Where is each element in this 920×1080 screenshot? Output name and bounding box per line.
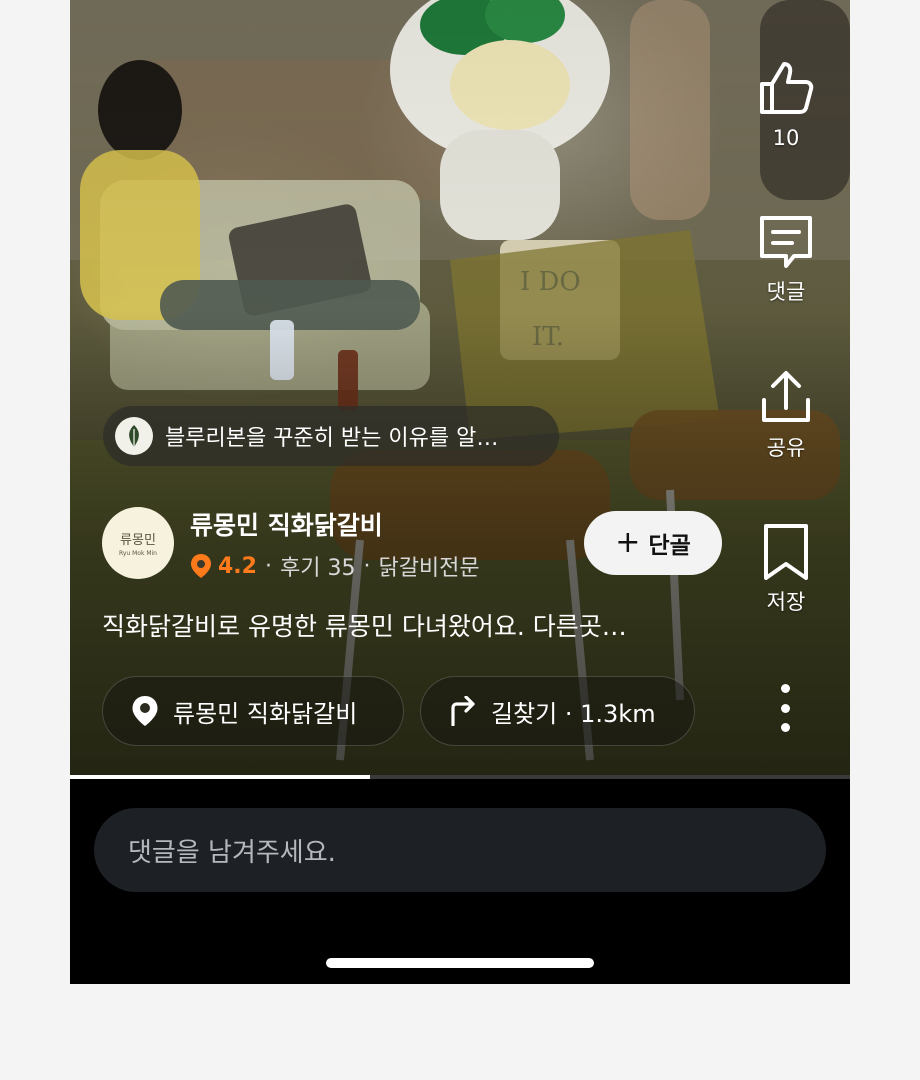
comment-icon <box>760 216 812 268</box>
video-media[interactable]: I DO IT. <box>70 0 850 776</box>
directions-chip[interactable]: 길찾기 · 1.3km <box>420 676 695 746</box>
location-pin-icon <box>191 554 211 578</box>
video-shade-overlay <box>70 0 850 776</box>
comment-placeholder: 댓글을 남겨주세요. <box>128 837 336 868</box>
location-chip[interactable]: 류몽민 직화닭갈비 <box>102 676 404 746</box>
store-logo[interactable]: 류몽민 Ryu Mok Min <box>102 507 174 579</box>
like-button[interactable]: 10 <box>736 58 836 150</box>
comment-label: 댓글 <box>766 280 806 304</box>
store-category: 닭갈비전문 <box>378 556 480 581</box>
like-count: 10 <box>772 126 800 150</box>
store-name[interactable]: 류몽민 직화닭갈비 <box>190 506 383 542</box>
leaf-icon <box>129 425 139 447</box>
thumbs-up-icon <box>760 62 814 114</box>
store-review-count: 후기 35 <box>279 556 356 581</box>
follow-regular-button[interactable]: + 단골 <box>584 511 722 575</box>
store-logo-subtext: Ryu Mok Min <box>119 550 157 557</box>
phone-screen: I DO IT. 10 댓 <box>70 0 850 984</box>
turn-right-arrow-icon <box>451 696 475 726</box>
directions-chip-label: 길찾기 · 1.3km <box>491 699 656 728</box>
related-post-text: 블루리본을 꾸준히 받는 이유를 알… <box>165 426 499 451</box>
share-icon <box>762 371 810 422</box>
store-rating: 4.2 <box>218 553 257 579</box>
bookmark-icon <box>764 524 808 580</box>
store-meta: 4.2 · 후기 35 · 닭갈비전문 <box>190 550 480 582</box>
more-options-button[interactable] <box>765 678 805 738</box>
location-chip-label: 류몽민 직화닭갈비 <box>173 699 358 728</box>
comment-button[interactable]: 댓글 <box>736 212 836 304</box>
store-logo-text: 류몽민 <box>120 533 156 548</box>
follow-label: 단골 <box>648 533 691 559</box>
location-pin-icon <box>132 696 158 726</box>
plus-icon: + <box>615 525 641 560</box>
comment-input[interactable]: 댓글을 남겨주세요. <box>94 808 826 892</box>
post-caption[interactable]: 직화닭갈비로 유명한 류몽민 다녀왔어요. 다른곳… <box>102 607 697 643</box>
chip-avatar <box>115 417 153 455</box>
meta-separator: · <box>264 553 272 579</box>
related-post-chip[interactable]: 블루리본을 꾸준히 받는 이유를 알… <box>103 406 559 466</box>
meta-separator: · <box>363 553 371 579</box>
home-indicator[interactable] <box>326 958 594 968</box>
save-label: 저장 <box>766 590 806 614</box>
share-button[interactable]: 공유 <box>736 368 836 460</box>
share-label: 공유 <box>766 436 806 460</box>
video-progress-fill <box>70 775 371 779</box>
save-button[interactable]: 저장 <box>736 522 836 614</box>
